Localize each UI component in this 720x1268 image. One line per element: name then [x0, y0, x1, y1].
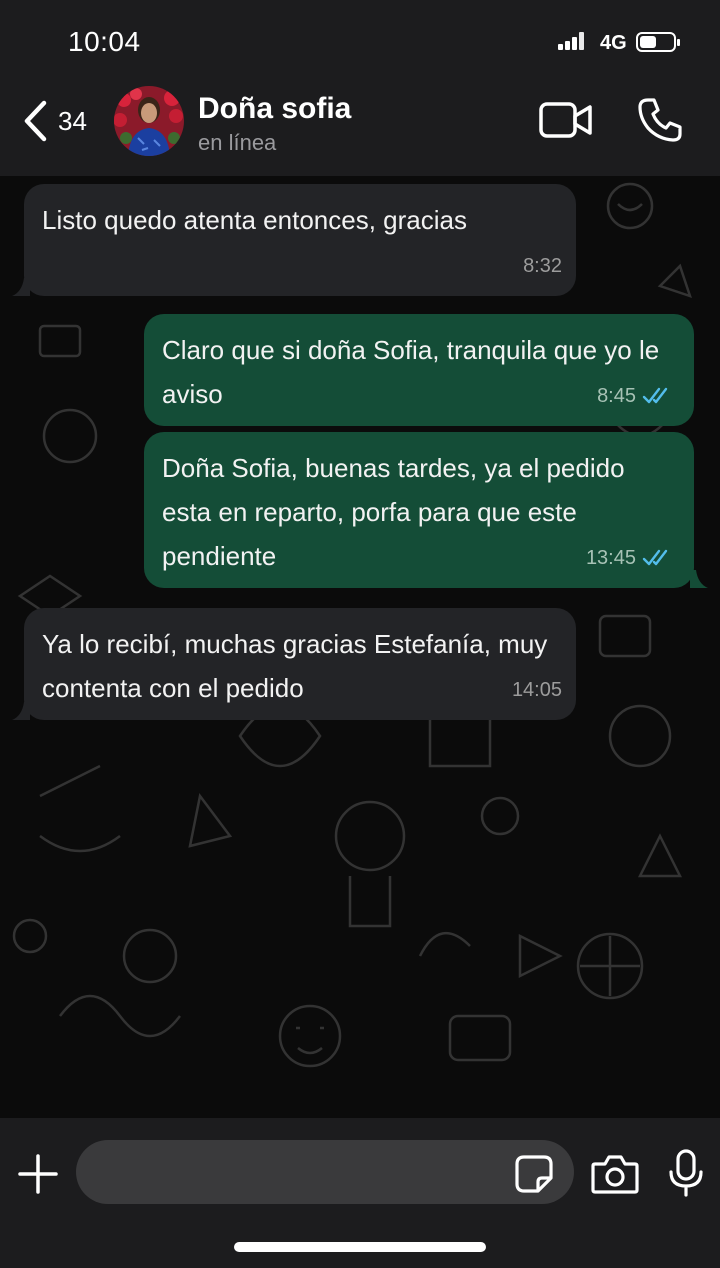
bubble-tail — [12, 702, 30, 720]
voice-call-button[interactable] — [636, 96, 684, 144]
video-camera-icon — [539, 102, 592, 138]
network-label: 4G — [600, 32, 627, 54]
back-button[interactable]: 34 — [22, 96, 102, 146]
message-time: 8:32 — [523, 255, 562, 277]
plus-icon — [18, 1154, 58, 1194]
unread-count: 34 — [58, 105, 87, 136]
chat-header: 34 Doña sofia en línea — [0, 80, 720, 176]
message-outgoing[interactable]: Doña Sofia, buenas tardes, ya el pedido … — [144, 432, 694, 588]
chat-area[interactable]: Listo quedo atenta entonces, gracias 8:3… — [0, 176, 720, 1118]
message-meta: 8:45 — [597, 374, 674, 418]
message-text: Doña Sofia, buenas tardes, ya el pedido … — [162, 453, 625, 571]
status-bar: 10:04 4G — [0, 0, 720, 80]
battery-icon — [636, 32, 680, 52]
sticker-icon — [515, 1155, 553, 1193]
message-time: 14:05 — [511, 679, 562, 701]
camera-icon — [591, 1155, 639, 1194]
message-meta: 13:45 — [586, 536, 674, 580]
video-call-button[interactable] — [538, 98, 594, 142]
message-time: 8:45 — [597, 385, 636, 407]
message-input[interactable] — [76, 1140, 574, 1204]
avatar[interactable] — [114, 86, 184, 156]
back-chevron-icon — [24, 100, 47, 142]
battery-fill — [640, 36, 656, 48]
microphone-button[interactable] — [664, 1148, 708, 1198]
contact-status: en línea — [198, 130, 277, 155]
contact-name[interactable]: Doña sofia — [198, 92, 351, 126]
attach-button[interactable] — [16, 1152, 60, 1196]
message-incoming[interactable]: Listo quedo atenta entonces, gracias 8:3… — [24, 184, 576, 296]
message-outgoing[interactable]: Claro que si doña Sofia, tranquila que y… — [144, 314, 694, 426]
camera-button[interactable] — [590, 1152, 640, 1196]
bubble-tail — [12, 278, 30, 296]
phone-icon — [638, 98, 682, 142]
home-indicator[interactable] — [234, 1242, 486, 1252]
read-ticks-icon — [642, 549, 668, 566]
message-text: Listo quedo atenta entonces, gracias — [42, 205, 467, 235]
message-time: 13:45 — [585, 547, 636, 569]
read-ticks-icon — [642, 387, 668, 404]
message-text: Claro que si doña Sofia, tranquila que y… — [162, 335, 660, 409]
bubble-tail — [690, 570, 708, 588]
message-incoming[interactable]: Ya lo recibí, muchas gracias Estefanía, … — [24, 608, 576, 720]
message-text: Ya lo recibí, muchas gracias Estefanía, … — [42, 629, 548, 703]
avatar-image — [114, 86, 184, 156]
sticker-button[interactable] — [514, 1154, 554, 1194]
microphone-icon — [669, 1149, 703, 1197]
status-time: 10:04 — [68, 26, 141, 57]
signal-icon — [558, 32, 586, 50]
